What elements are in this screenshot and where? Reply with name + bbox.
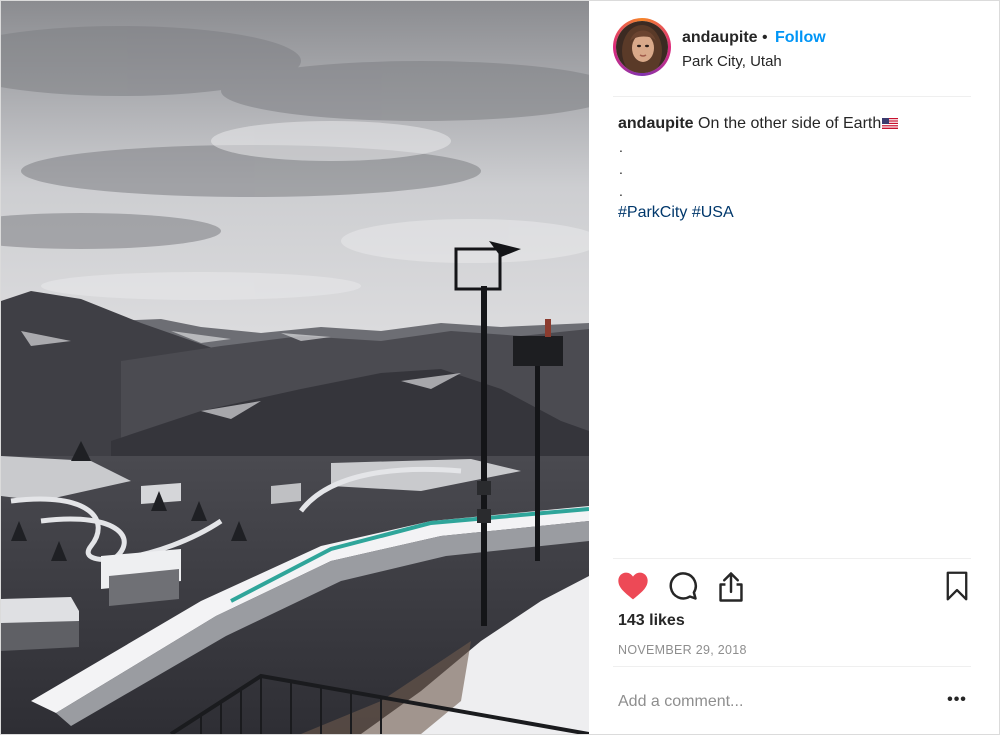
post-photo[interactable] [1,1,589,734]
post-date: NOVEMBER 29, 2018 [618,643,747,657]
bookmark-icon [946,571,968,601]
share-button[interactable] [716,571,746,608]
post-caption: andaupite On the other side of Earth . .… [618,113,968,224]
caption-hashtags: #ParkCity #USA [618,202,968,224]
comment-button[interactable] [668,571,698,606]
heart-icon [618,572,648,600]
comment-input[interactable] [618,691,918,713]
caption-dot-line: . [619,161,623,177]
header-divider [613,96,971,97]
hashtag-link[interactable]: #ParkCity [618,204,687,221]
caption-dot-line: . [619,183,623,199]
hashtag-link[interactable]: #USA [692,204,734,221]
avatar-image [616,21,668,73]
post-header: andaupite • Follow Park City, Utah [589,1,999,96]
post-location[interactable]: Park City, Utah [682,53,782,70]
post-actions [589,561,999,611]
post-username[interactable]: andaupite [682,29,758,47]
more-icon[interactable]: ••• [945,691,969,713]
caption-dot-line: . [619,139,623,155]
comment-divider [613,666,971,667]
separator-dot: • [762,29,768,46]
actions-divider [613,558,971,559]
caption-text: On the other side of Earth [698,115,882,132]
save-button[interactable] [945,571,969,606]
avatar-story-ring[interactable] [613,18,671,76]
likes-count[interactable]: 143 likes [618,612,685,630]
share-icon [719,572,743,602]
post-sidebar: andaupite • Follow Park City, Utah andau… [589,1,999,734]
post-card: andaupite • Follow Park City, Utah andau… [0,0,1000,735]
follow-button[interactable]: Follow [775,29,826,47]
comment-icon [669,572,697,600]
us-flag-icon [882,114,899,136]
photo-olympic-park [1,1,589,734]
like-button[interactable] [617,571,649,606]
caption-username[interactable]: andaupite [618,115,694,132]
avatar[interactable] [616,21,668,73]
caption-line: andaupite On the other side of Earth [618,113,968,136]
